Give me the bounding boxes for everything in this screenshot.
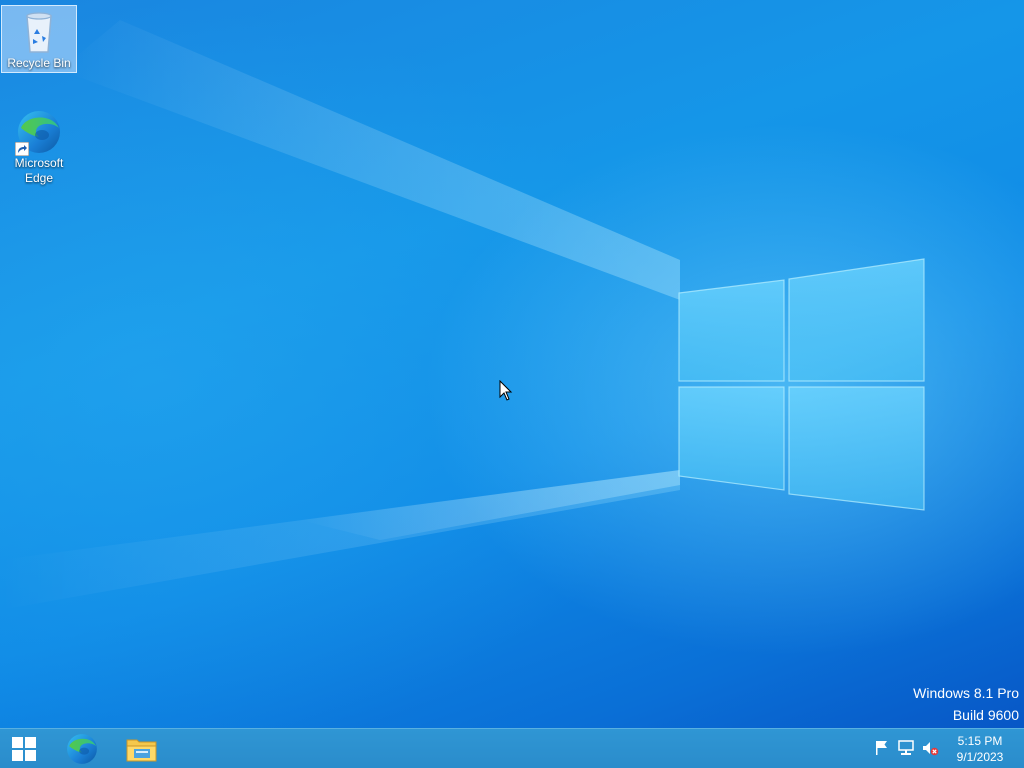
edge-icon bbox=[67, 733, 97, 764]
watermark-edition: Windows 8.1 Pro bbox=[913, 685, 1019, 701]
watermark-build: Build 9600 bbox=[952, 707, 1019, 723]
clock-time: 5:15 PM bbox=[957, 734, 1003, 748]
network-icon[interactable] bbox=[897, 739, 915, 757]
desktop-icon-label: Microsoft Edge bbox=[14, 156, 64, 185]
start-button[interactable] bbox=[0, 729, 48, 768]
recycle-bin-icon bbox=[26, 12, 52, 53]
desktop[interactable]: Recycle Bin Microsoft Edge Windows 8.1 P… bbox=[0, 0, 1024, 728]
file-explorer-icon bbox=[126, 739, 157, 761]
taskbar-edge-button[interactable] bbox=[56, 729, 108, 768]
action-center-flag-icon[interactable] bbox=[873, 739, 891, 757]
clock-date: 9/1/2023 bbox=[956, 750, 1004, 764]
desktop-icon-microsoft-edge[interactable]: Microsoft Edge bbox=[1, 108, 77, 186]
taskbar-clock[interactable]: 5:15 PM 9/1/2023 bbox=[944, 733, 1016, 765]
windows-logo-icon bbox=[12, 736, 36, 761]
volume-muted-icon[interactable] bbox=[921, 739, 939, 757]
shortcut-arrow-icon bbox=[15, 142, 29, 156]
windows-version-watermark: Windows 8.1 Pro Build 9600 bbox=[913, 682, 1019, 726]
taskbar: 5:15 PM 9/1/2023 bbox=[0, 728, 1024, 768]
desktop-icon-label: Recycle Bin bbox=[7, 56, 71, 70]
mouse-cursor-icon bbox=[499, 380, 513, 401]
desktop-icon-recycle-bin[interactable]: Recycle Bin bbox=[1, 5, 77, 73]
windows-logo-wallpaper bbox=[678, 258, 925, 511]
taskbar-file-explorer-button[interactable] bbox=[116, 729, 168, 768]
